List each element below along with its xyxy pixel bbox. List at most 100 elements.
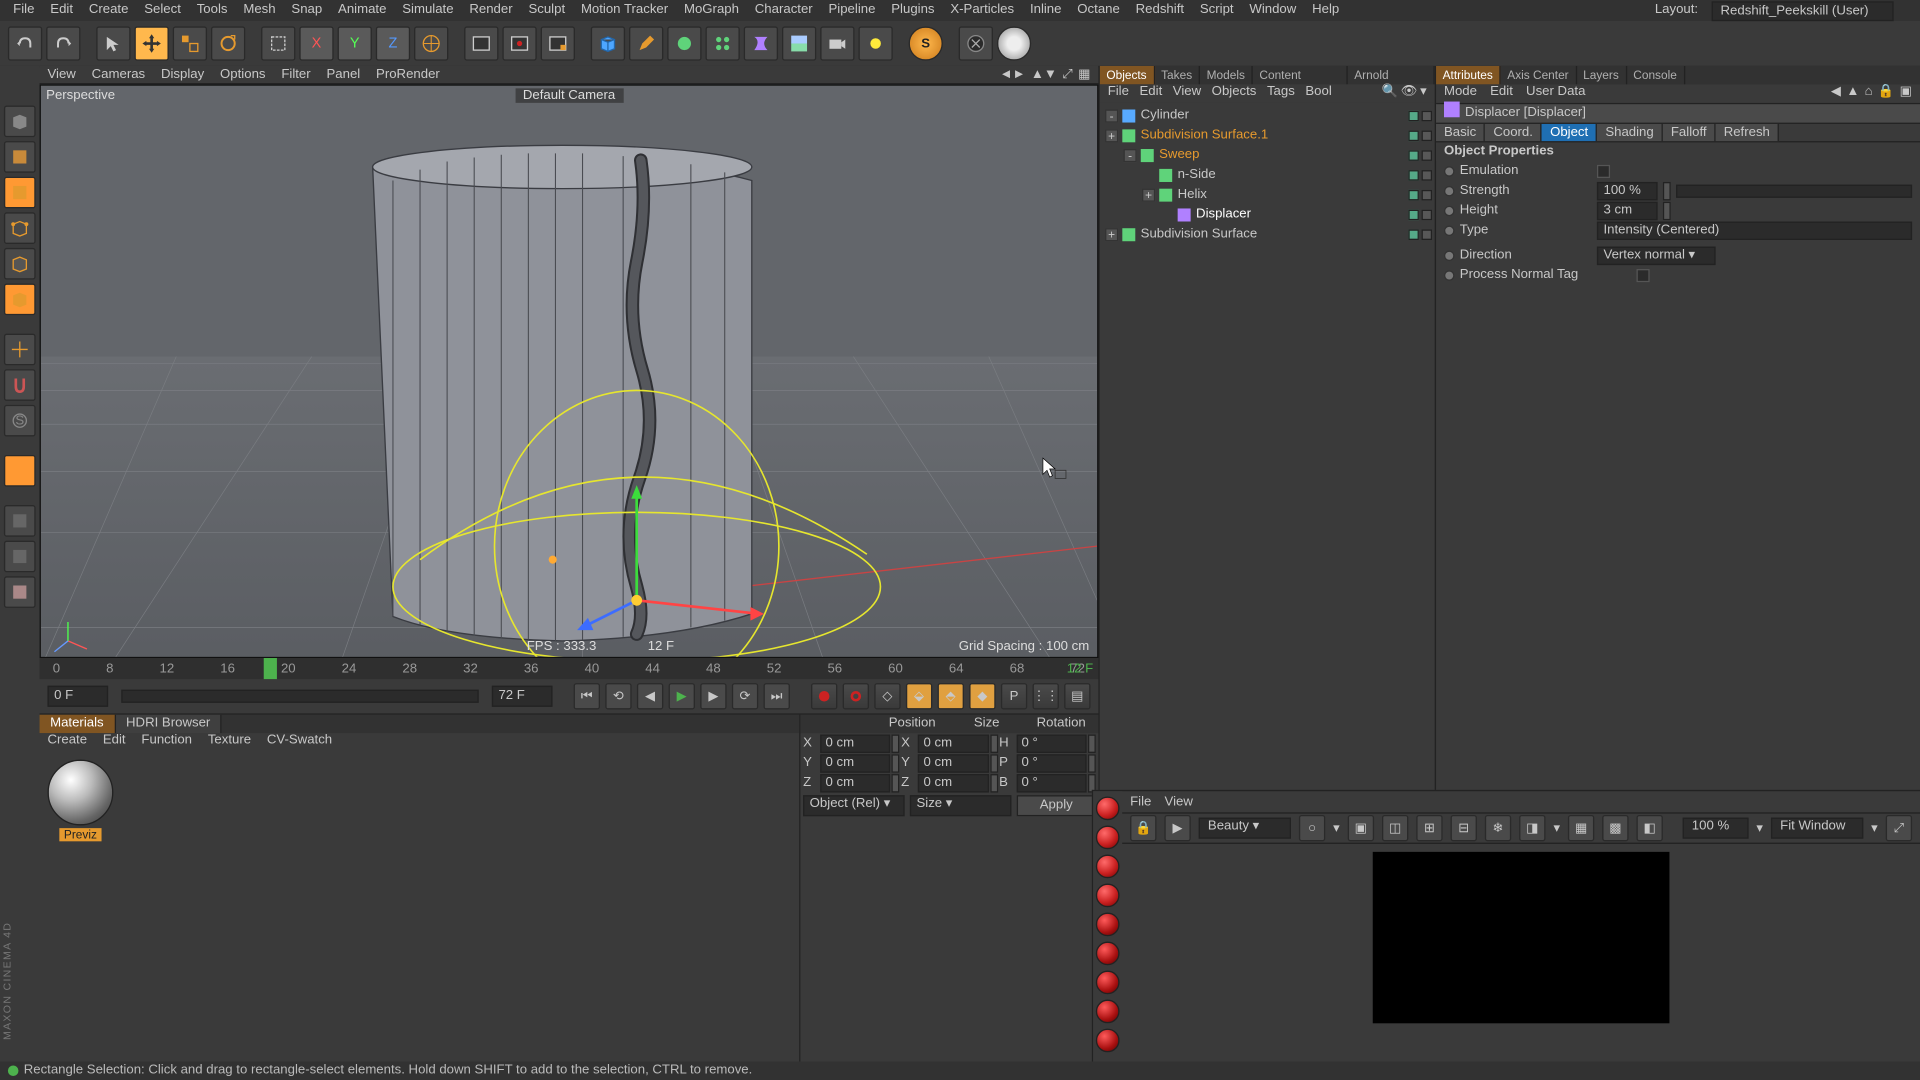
object-node[interactable]: n-Side (1100, 165, 1435, 185)
vis-editor-dot[interactable] (1408, 229, 1419, 240)
menu-file[interactable]: File (5, 0, 42, 21)
rp-circle-icon[interactable]: ○ (1299, 815, 1325, 841)
object-node[interactable]: + Subdivision Surface (1100, 224, 1435, 244)
camera-button[interactable] (820, 26, 854, 60)
up-arrow-icon[interactable]: ▲ (1846, 84, 1859, 102)
menu-create[interactable]: Create (81, 0, 136, 21)
y-axis-toggle[interactable]: Y (338, 26, 372, 60)
object-node[interactable]: +Helix (1100, 185, 1435, 205)
menu-tools[interactable]: Tools (189, 0, 236, 21)
rs-snapshot-icon[interactable] (1096, 884, 1120, 908)
rs-opt1-icon[interactable] (1096, 942, 1120, 966)
playhead-marker[interactable] (264, 658, 277, 679)
material-name[interactable]: Previz (60, 828, 101, 841)
vis-editor-dot[interactable] (1408, 169, 1419, 180)
array-button[interactable] (705, 26, 739, 60)
rp-menu-view[interactable]: View (1165, 795, 1193, 810)
rp-g2-icon[interactable]: ⊟ (1451, 815, 1477, 841)
misc2-icon[interactable] (4, 541, 36, 573)
obj-menu-view[interactable]: View (1173, 84, 1201, 102)
zoom-select[interactable]: 100 % (1683, 818, 1749, 839)
point-mode-icon[interactable] (4, 212, 36, 244)
tab-takes[interactable]: Takes (1155, 66, 1201, 84)
layout-select[interactable]: Redshift_Peekskill (User) (1711, 1, 1893, 21)
vp-menu-options[interactable]: Options (220, 67, 265, 82)
apply-button[interactable]: Apply (1017, 795, 1096, 816)
menu-redshift[interactable]: Redshift (1128, 0, 1192, 21)
object-name[interactable]: Subdivision Surface (1141, 227, 1258, 242)
pos-z-field[interactable]: 0 cm (820, 773, 890, 791)
menu-character[interactable]: Character (747, 0, 821, 21)
key-selection-icon[interactable]: ◇ (874, 683, 900, 709)
object-name[interactable]: Displacer (1196, 207, 1251, 222)
expand-icon[interactable]: + (1142, 188, 1155, 201)
settings-icon[interactable]: S (909, 26, 943, 60)
key-opt2-icon[interactable]: ⬘ (938, 683, 964, 709)
next-frame-button[interactable]: ▶ (700, 683, 726, 709)
rp-play-icon[interactable]: ▶ (1164, 815, 1190, 841)
rp-lock-icon[interactable]: 🔒 (1130, 815, 1156, 841)
menu-render[interactable]: Render (461, 0, 520, 21)
vp-menu-prorender[interactable]: ProRender (376, 67, 440, 82)
render-canvas[interactable] (1122, 844, 1920, 1062)
obj-menu-bool[interactable]: Bool (1305, 84, 1331, 102)
last-tool[interactable] (261, 26, 295, 60)
subtab-coord[interactable]: Coord. (1485, 124, 1542, 141)
aov-select[interactable]: Beauty ▾ (1199, 818, 1291, 839)
workplane-icon[interactable]: S (4, 405, 36, 437)
poly-mode-icon[interactable] (4, 284, 36, 316)
vp-menu-filter[interactable]: Filter (281, 67, 310, 82)
vis-render-dot[interactable] (1422, 229, 1433, 240)
tab-attributes[interactable]: Attributes (1436, 66, 1501, 84)
strength-field[interactable]: 100 % (1597, 181, 1658, 199)
select-tool[interactable] (96, 26, 130, 60)
menu-edit[interactable]: Edit (42, 0, 81, 21)
menu-motiontracker[interactable]: Motion Tracker (573, 0, 676, 21)
rp-region-icon[interactable]: ◫ (1382, 815, 1408, 841)
size-x-field[interactable]: 0 cm (918, 734, 988, 752)
rs-render-icon[interactable] (1096, 796, 1120, 820)
object-node[interactable]: Displacer (1100, 204, 1435, 224)
z-axis-toggle[interactable]: Z (376, 26, 410, 60)
object-name[interactable]: Sweep (1159, 148, 1199, 163)
obj-menu-file[interactable]: File (1108, 84, 1129, 102)
object-node[interactable]: -Sweep (1100, 145, 1435, 165)
expand-icon[interactable]: - (1105, 109, 1118, 122)
object-name[interactable]: n-Side (1178, 167, 1216, 182)
eye-icon[interactable]: 👁 (1401, 84, 1418, 102)
type-select[interactable]: Intensity (Centered) (1597, 221, 1912, 239)
vis-render-dot[interactable] (1422, 130, 1433, 141)
cube-primitive-button[interactable] (591, 26, 625, 60)
subtab-object[interactable]: Object (1542, 124, 1597, 141)
key-opt1-icon[interactable]: ⬙ (906, 683, 932, 709)
vis-render-dot[interactable] (1422, 169, 1433, 180)
goto-start-button[interactable]: ⏮ (574, 683, 600, 709)
attr-menu-userdata[interactable]: User Data (1526, 84, 1585, 102)
rs-opt3-icon[interactable] (1096, 1000, 1120, 1024)
tab-content-browser[interactable]: Content Browser (1253, 66, 1348, 84)
search-icon[interactable]: 🔍 (1382, 84, 1398, 102)
expand-icon[interactable]: + (1105, 227, 1118, 240)
menu-inline[interactable]: Inline (1022, 0, 1069, 21)
mat-menu-texture[interactable]: Texture (208, 733, 251, 751)
snap-icon[interactable] (4, 369, 36, 401)
obj-menu-objects[interactable]: Objects (1212, 84, 1257, 102)
tab-layers[interactable]: Layers (1577, 66, 1627, 84)
misc3-icon[interactable] (4, 576, 36, 608)
home-icon[interactable]: ⌂ (1865, 84, 1873, 102)
size-z-field[interactable]: 0 cm (918, 773, 988, 791)
range-slider[interactable] (121, 690, 478, 703)
expand-icon[interactable]: + (1105, 129, 1118, 142)
play-button[interactable]: ▶ (669, 683, 695, 709)
deformer-button[interactable] (744, 26, 778, 60)
vis-render-dot[interactable] (1422, 150, 1433, 161)
vis-editor-dot[interactable] (1408, 209, 1419, 220)
emulation-checkbox[interactable] (1597, 164, 1610, 177)
rp-s2-icon[interactable]: ◨ (1519, 815, 1545, 841)
pnt-checkbox[interactable] (1636, 268, 1649, 281)
vis-editor-dot[interactable] (1408, 110, 1419, 121)
redo-button[interactable] (46, 26, 80, 60)
rs-stop-icon[interactable] (1096, 913, 1120, 937)
next-key-button[interactable]: ⟳ (732, 683, 758, 709)
tab-objects[interactable]: Objects (1100, 66, 1155, 84)
